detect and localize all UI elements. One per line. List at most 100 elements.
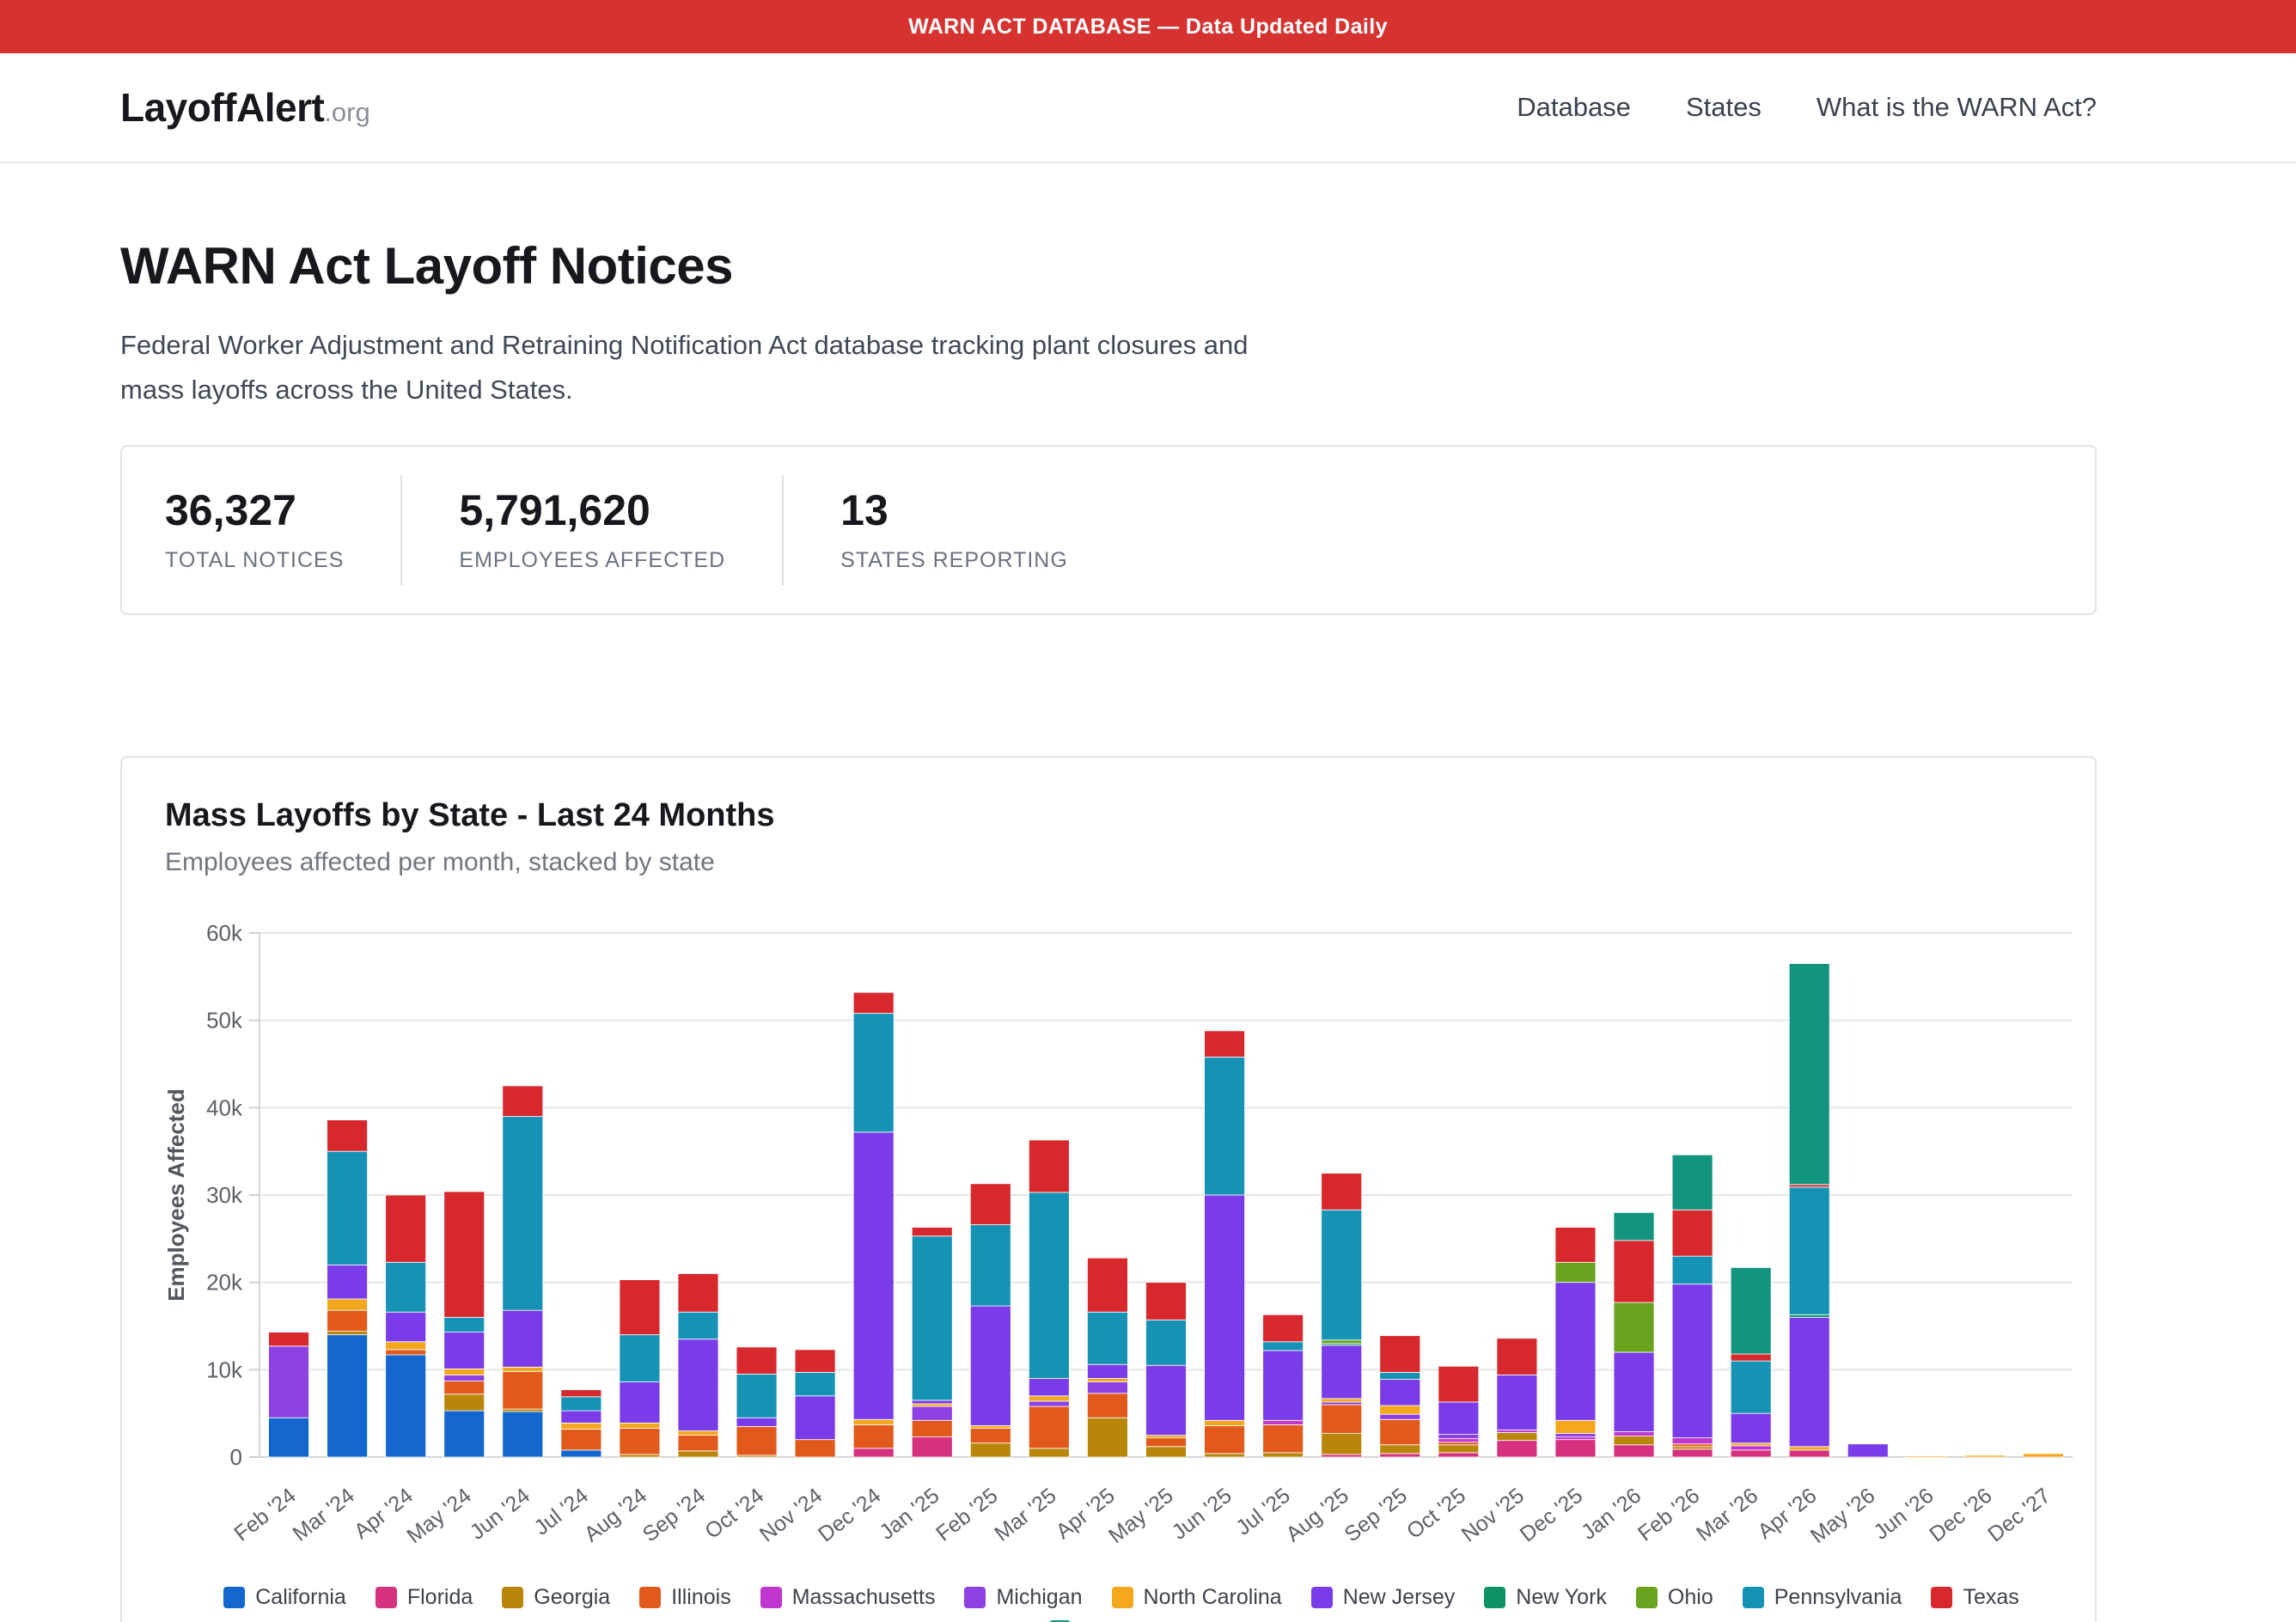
bar-segment-pennsylvania [327, 1151, 368, 1265]
announcement-banner: WARN ACT DATABASE — Data Updated Daily [0, 0, 2296, 53]
bar-segment-texas [561, 1390, 601, 1397]
bar-segment-washington [1614, 1212, 1654, 1241]
legend-label: Ohio [1668, 1585, 1713, 1610]
bar-segment-massachusetts [1555, 1437, 1596, 1440]
bar-segment-texas [386, 1195, 426, 1262]
legend-item-georgia[interactable]: Georgia [502, 1585, 610, 1610]
bar-segment-pennsylvania [503, 1117, 543, 1311]
x-tick-label: May '26 [1806, 1484, 1880, 1548]
stat-label: STATES REPORTING [840, 548, 1068, 573]
bar-segment-new-jersey [1438, 1402, 1479, 1435]
bar-segment-florida [1789, 1450, 1829, 1457]
site-logo[interactable]: LayoffAlert.org [120, 84, 370, 131]
y-axis-title: Employees Affected [165, 1088, 189, 1302]
bar-segment-illinois [1263, 1425, 1304, 1454]
legend-swatch-texas [1931, 1587, 1952, 1608]
bar-segment-north-carolina [561, 1424, 601, 1430]
bar-segment-georgia [1087, 1418, 1127, 1457]
bar-segment-new-jersey [678, 1339, 718, 1431]
bar-segment-texas [1731, 1354, 1771, 1361]
x-tick-label: May '25 [1104, 1484, 1178, 1548]
site-logo-suffix: .org [324, 97, 369, 127]
stat-value: 36,327 [165, 487, 344, 534]
legend-item-michigan[interactable]: Michigan [964, 1585, 1082, 1610]
x-tick-label: Dec '27 [1983, 1484, 2055, 1547]
bar-month-sep-24 [678, 1274, 718, 1458]
bar-segment-north-carolina [444, 1369, 485, 1375]
x-tick-label: Nov '25 [1457, 1484, 1529, 1547]
bar-segment-pennsylvania [1731, 1361, 1771, 1413]
bar-segment-texas [736, 1347, 777, 1375]
bar-segment-ohio [1555, 1262, 1596, 1282]
bar-segment-florida [1614, 1445, 1654, 1457]
bar-segment-massachusetts [1438, 1439, 1479, 1442]
legend-swatch-michigan [964, 1587, 986, 1608]
stat-label: TOTAL NOTICES [165, 548, 344, 573]
legend-item-florida[interactable]: Florida [376, 1585, 473, 1610]
bar-segment-texas [853, 992, 894, 1013]
legend-label: Michigan [996, 1585, 1082, 1610]
legend-item-north-carolina[interactable]: North Carolina [1112, 1585, 1282, 1610]
bar-month-dec-24 [853, 992, 894, 1457]
bar-segment-texas [327, 1120, 368, 1152]
bar-segment-north-carolina [2023, 1454, 2063, 1457]
nav-link-database[interactable]: Database [1517, 92, 1631, 123]
y-tick-label: 50k [206, 1008, 243, 1034]
bar-segment-pennsylvania [1146, 1320, 1187, 1366]
legend-item-massachusetts[interactable]: Massachusetts [760, 1585, 936, 1610]
bar-segment-north-carolina [853, 1419, 894, 1424]
legend-swatch-north-carolina [1112, 1587, 1133, 1608]
bar-segment-illinois [970, 1429, 1011, 1443]
bar-segment-north-carolina [1029, 1396, 1069, 1401]
nav-link-what-is-the-warn-act[interactable]: What is the WARN Act? [1817, 92, 2097, 123]
bar-segment-texas [1322, 1174, 1362, 1210]
y-tick-label: 40k [206, 1095, 243, 1120]
main-nav: Database States What is the WARN Act? [1517, 92, 2097, 123]
legend-label: North Carolina [1144, 1585, 1282, 1610]
bar-segment-illinois [1205, 1426, 1245, 1454]
x-tick-label: Oct '25 [1402, 1484, 1470, 1544]
bar-segment-illinois [1322, 1405, 1362, 1434]
bar-segment-texas [1614, 1241, 1654, 1302]
site-header: LayoffAlert.org Database States What is th… [0, 53, 2296, 163]
bar-segment-georgia [678, 1451, 718, 1457]
bar-segment-new-york [1789, 1314, 1829, 1317]
legend-item-ohio[interactable]: Ohio [1636, 1585, 1713, 1610]
bar-segment-north-carolina [1731, 1443, 1771, 1446]
bar-segment-north-carolina [1555, 1420, 1596, 1433]
nav-link-states[interactable]: States [1686, 92, 1762, 123]
legend-label: Pennsylvania [1774, 1585, 1902, 1610]
stat-value: 13 [840, 487, 1068, 534]
legend-item-california[interactable]: California [223, 1585, 346, 1610]
summary-stats-card: 36,327 TOTAL NOTICES 5,791,620 EMPLOYEES… [120, 445, 2097, 615]
legend-item-washington[interactable]: Washington [1049, 1619, 1194, 1622]
bar-month-dec-25 [1555, 1228, 1596, 1457]
legend-item-new-york[interactable]: New York [1484, 1585, 1607, 1610]
bar-segment-north-carolina [1964, 1455, 2005, 1457]
bar-segment-washington [1789, 964, 1829, 1185]
bar-segment-illinois [853, 1425, 894, 1448]
stat-states-reporting: 13 STATES REPORTING [782, 475, 1125, 585]
legend-item-illinois[interactable]: Illinois [639, 1585, 730, 1610]
bar-segment-north-carolina [1789, 1447, 1829, 1450]
x-tick-label: Jun '25 [1168, 1484, 1237, 1545]
bar-segment-michigan [1322, 1402, 1362, 1405]
bar-month-oct-25 [1438, 1366, 1479, 1457]
x-tick-label: Jun '26 [1869, 1484, 1938, 1545]
bar-segment-new-jersey [1322, 1345, 1362, 1399]
x-tick-label: Mar '25 [990, 1484, 1060, 1546]
bar-segment-california [327, 1335, 368, 1457]
bar-segment-new-jersey [1087, 1364, 1127, 1378]
bar-segment-illinois [386, 1350, 426, 1355]
bar-segment-michigan [1087, 1382, 1127, 1393]
legend-item-texas[interactable]: Texas [1931, 1585, 2018, 1610]
bar-segment-north-carolina [1906, 1456, 1946, 1458]
bar-month-may-26 [1847, 1444, 1888, 1457]
bar-segment-new-jersey [1731, 1413, 1771, 1443]
legend-item-pennsylvania[interactable]: Pennsylvania [1743, 1585, 1902, 1610]
bar-segment-pennsylvania [444, 1317, 485, 1332]
bar-month-jun-26 [1906, 1456, 1946, 1458]
bar-segment-new-jersey [1789, 1317, 1829, 1446]
legend-item-new-jersey[interactable]: New Jersey [1311, 1585, 1456, 1610]
bar-segment-pennsylvania [1672, 1256, 1713, 1284]
